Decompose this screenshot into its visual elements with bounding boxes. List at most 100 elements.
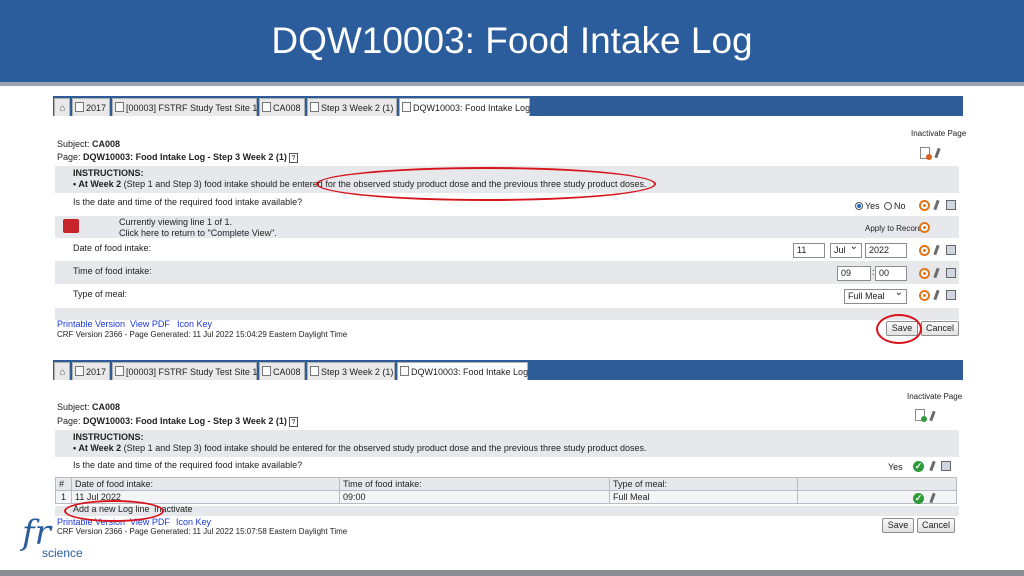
note-icon[interactable] [941,461,951,471]
tab-form[interactable]: DQW10003: Food Intake Log [399,98,530,116]
tab-form[interactable]: DQW10003: Food Intake Log [397,362,528,380]
folder-icon [75,102,84,112]
apply-query-icon[interactable] [919,222,930,233]
breadcrumb-tabbar: ⌂ 2017 [00003] FSTRF Study Test Site 1 C… [53,96,963,116]
document-icon [402,102,411,112]
tab-visit[interactable]: Step 3 Week 2 (1) [307,98,397,116]
column-header: # [55,477,72,491]
tab-home[interactable]: ⌂ [54,362,70,380]
query-icon[interactable] [919,245,930,256]
page-status-icon[interactable] [915,409,927,422]
no-label: No [894,201,906,211]
note-icon[interactable] [946,268,956,278]
page-line: Page: DQW10003: Food Intake Log - Step 3… [57,152,298,163]
form-entry-view: ⌂ 2017 [00003] FSTRF Study Test Site 1 C… [53,96,966,346]
form-log-view: ⌂ 2017 [00003] FSTRF Study Test Site 1 C… [53,360,963,540]
pen-icon[interactable] [929,410,936,422]
tab-subject[interactable]: CA008 [259,362,305,380]
page-line: Page: DQW10003: Food Intake Log - Step 3… [57,416,298,427]
breadcrumb-tabbar: ⌂ 2017 [00003] FSTRF Study Test Site 1 C… [53,360,963,380]
title-divider [0,82,1024,86]
tab-visit[interactable]: Step 3 Week 2 (1) [307,362,395,380]
inactivate-page-label[interactable]: Inactivate Page [911,129,966,138]
column-header: Time of food intake: [339,477,610,491]
query-icon[interactable] [919,200,930,211]
person-icon [262,366,271,376]
meal-label: Type of meal: [73,289,128,299]
tab-site[interactable]: [00003] FSTRF Study Test Site 1 [112,362,257,380]
tab-year[interactable]: 2017 [72,98,110,116]
home-icon: ⌂ [59,103,66,114]
minute-input[interactable]: 00 [875,266,907,281]
printable-version-link[interactable]: Printable Version [57,319,125,329]
tab-site[interactable]: [00003] FSTRF Study Test Site 1 [112,98,257,116]
column-header: Type of meal: [609,477,798,491]
save-button-highlight [876,314,922,344]
instructions-title: INSTRUCTIONS: [73,432,144,442]
folder-icon [310,102,319,112]
availability-question: Is the date and time of the required foo… [73,197,303,207]
note-icon[interactable] [946,245,956,255]
inactivate-page-label[interactable]: Inactivate Page [907,392,962,401]
table-header-row: # Date of food intake: Time of food inta… [55,477,957,491]
folder-icon [75,366,84,376]
day-input[interactable]: 11 [793,243,825,258]
site-icon [115,366,124,376]
meal-select[interactable]: Full Meal [844,287,907,304]
query-icon[interactable] [919,268,930,279]
site-icon [115,102,124,112]
subject-line: Subject: CA008 [57,402,121,412]
pen-icon[interactable] [933,199,940,211]
pen-icon[interactable] [933,244,940,256]
verified-check-icon[interactable]: ✓ [913,461,924,472]
month-select[interactable]: Jul [830,241,862,258]
save-button[interactable]: Save [882,518,914,533]
crf-version-text: CRF Version 2366 - Page Generated: 11 Ju… [57,527,348,536]
folder-icon [310,366,319,376]
return-complete-view-link[interactable]: Click here to return to "Complete View". [119,228,277,238]
instructions-title: INSTRUCTIONS: [73,168,144,178]
help-icon[interactable]: ? [288,417,298,427]
home-icon: ⌂ [59,367,66,378]
help-icon[interactable]: ? [288,153,298,163]
cancel-button[interactable]: Cancel [921,321,959,336]
cancel-button[interactable]: Cancel [917,518,955,533]
slide-title-bar: DQW10003: Food Intake Log [0,0,1024,82]
verified-check-icon[interactable]: ✓ [913,493,924,504]
page-status-icon[interactable] [920,147,932,160]
time-band [55,261,959,284]
icon-key-link[interactable]: Icon Key [176,517,211,527]
availability-question: Is the date and time of the required foo… [73,460,303,470]
column-header: Date of food intake: [71,477,340,491]
table-row[interactable]: 1 11 Jul 2022 09:00 Full Meal [55,490,957,504]
note-icon[interactable] [946,200,956,210]
logo-mark: fr [22,513,51,553]
view-pdf-link[interactable]: View PDF [130,319,170,329]
logo-word: science [42,546,83,560]
pen-icon[interactable] [933,289,940,301]
year-input[interactable]: 2022 [865,243,907,258]
row-time: 09:00 [339,490,610,504]
log-table: # Date of food intake: Time of food inta… [55,477,957,504]
apply-to-record-label: Apply to Record [865,224,922,233]
note-icon[interactable] [946,290,956,300]
tab-home[interactable]: ⌂ [54,98,70,116]
tab-subject[interactable]: CA008 [259,98,305,116]
log-line-icon[interactable] [63,219,79,233]
instructions-text: • At Week 2 (Step 1 and Step 3) food int… [73,443,647,453]
availability-answer: Yes [888,462,903,472]
pen-icon[interactable] [929,460,936,472]
subject-line: Subject: CA008 [57,139,121,149]
person-icon [262,102,271,112]
pen-icon[interactable] [934,147,941,159]
icon-key-link[interactable]: Icon Key [177,319,212,329]
hour-input[interactable]: 09 [837,266,871,281]
tab-year[interactable]: 2017 [72,362,110,380]
viewing-line-text: Currently viewing line 1 of 1. [119,217,233,227]
no-radio[interactable] [884,202,892,210]
yes-radio[interactable] [855,202,863,210]
document-icon [400,366,409,376]
slide-footer-bar [0,570,1024,576]
yes-label: Yes [865,201,880,211]
query-icon[interactable] [919,290,930,301]
